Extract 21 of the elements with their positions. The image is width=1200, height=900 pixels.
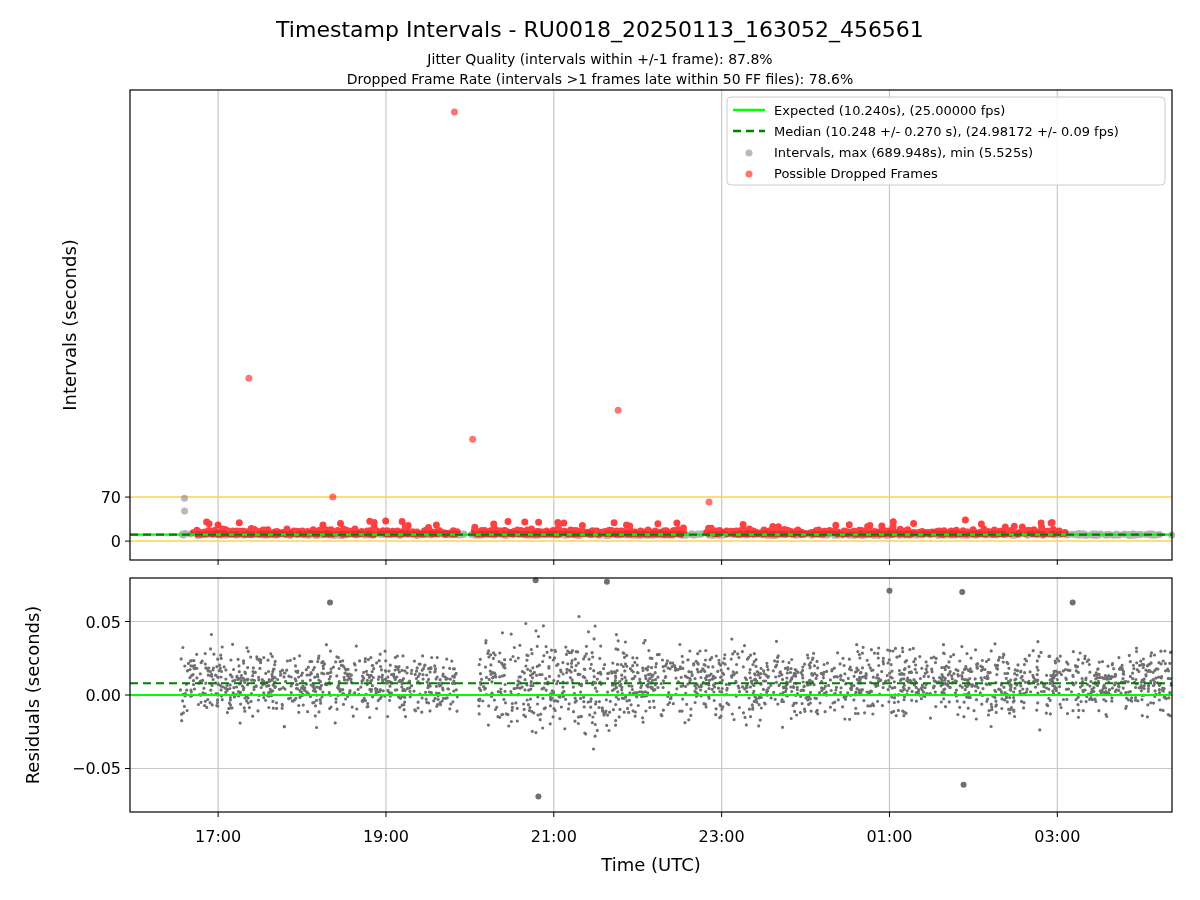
x-tick-label: 23:00 [698, 827, 745, 846]
y-tick-label: 70 [100, 488, 121, 508]
x-tick-label: 01:00 [866, 827, 913, 846]
y-tick-label: −0.05 [71, 759, 121, 779]
x-tick-label: 21:00 [530, 827, 577, 846]
legend-label: Expected (10.240s), (25.00000 fps) [774, 103, 1006, 118]
y-axis-label: Residuals (seconds) [22, 605, 43, 785]
y-tick-label: 0.05 [85, 612, 121, 632]
y-axis-label: Intervals (seconds) [59, 239, 80, 411]
legend-label: Intervals, max (689.948s), min (5.525s) [774, 145, 1033, 160]
legend-label: Median (10.248 +/- 0.270 s), (24.98172 +/- 0.09 fps) [774, 124, 1119, 139]
x-axis-label: Time (UTC) [601, 854, 701, 875]
figure-title: Timestamp Intervals - RU0018_20250113_163052_456561 [276, 17, 924, 42]
x-tick-label: 17:00 [195, 827, 242, 846]
x-tick-label: 03:00 [1034, 827, 1081, 846]
x-tick-label: 19:00 [362, 827, 409, 846]
y-tick-label: 0 [110, 532, 121, 552]
legend-label: Possible Dropped Frames [774, 166, 938, 181]
figure-subtitle: Dropped Frame Rate (intervals >1 frames late within 50 FF files): 78.6% [346, 71, 854, 87]
y-tick-label: 0.00 [85, 686, 121, 705]
figure-subtitle: Jitter Quality (intervals within +/-1 frame): 87.8% [427, 51, 773, 67]
